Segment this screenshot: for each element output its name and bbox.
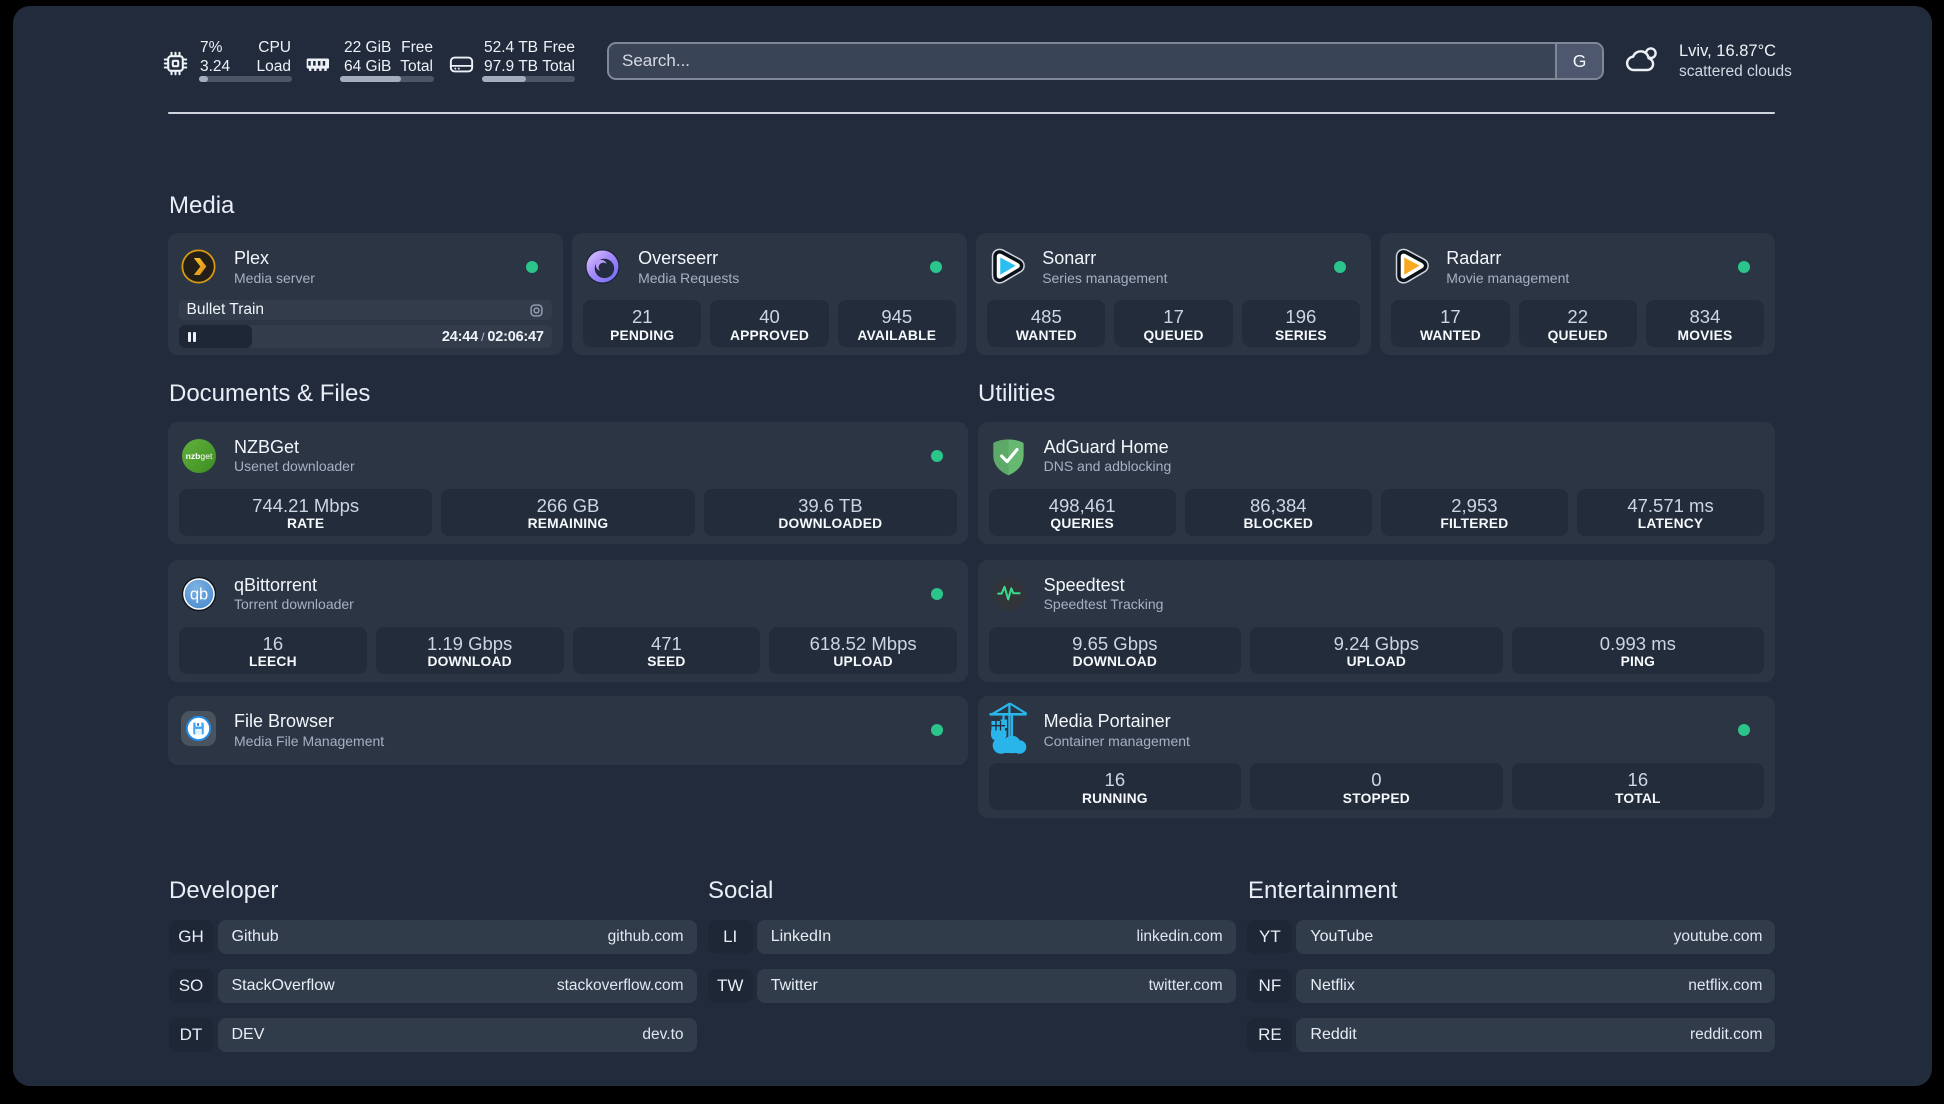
svg-text:nzbget: nzbget bbox=[186, 451, 213, 461]
svg-text:qb: qb bbox=[190, 585, 208, 603]
